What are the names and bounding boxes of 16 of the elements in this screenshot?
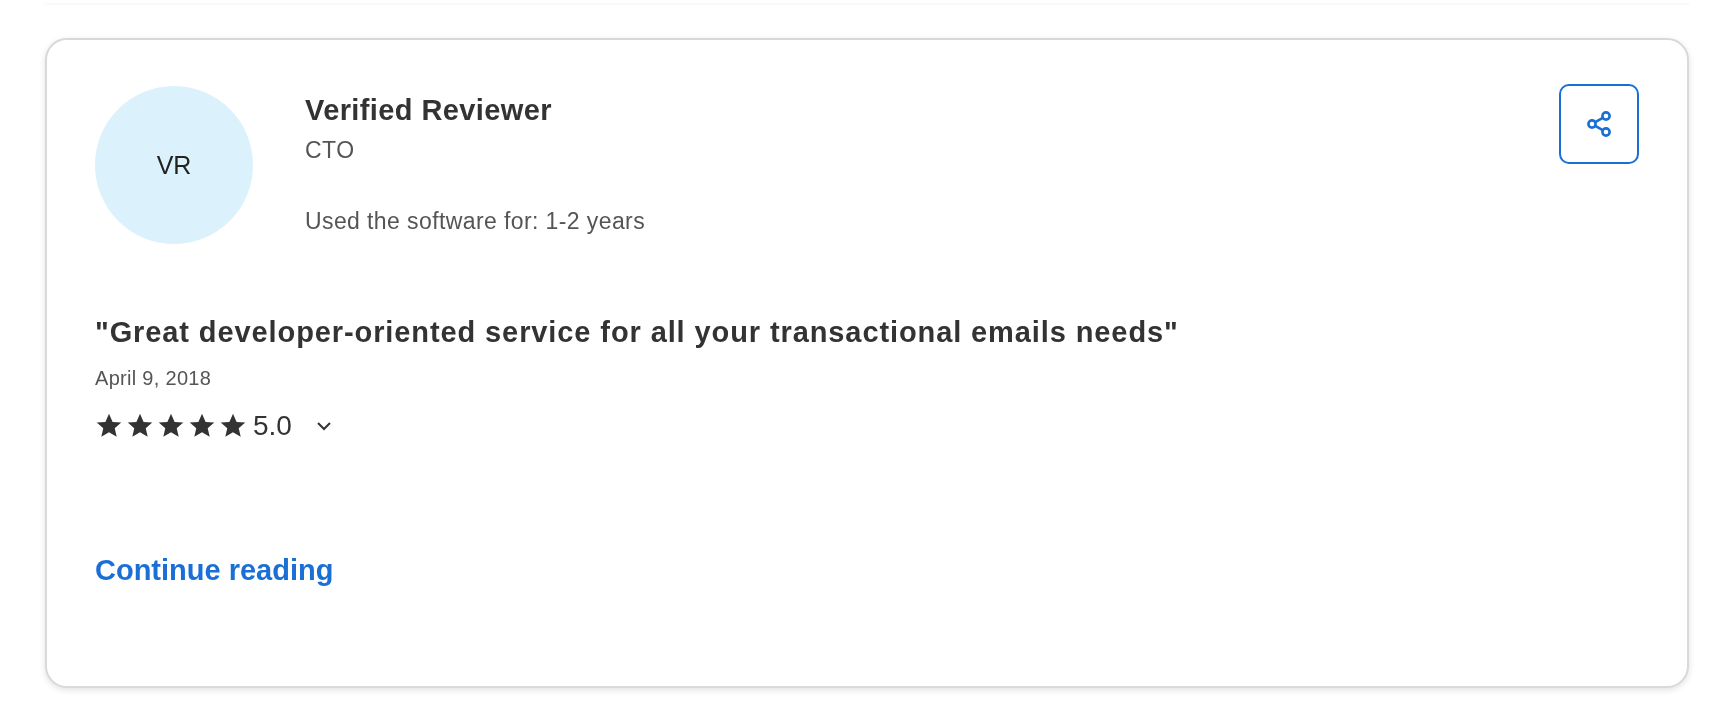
- reviewer-name: Verified Reviewer: [305, 94, 553, 127]
- star-icon: [95, 412, 123, 440]
- star-icon: [126, 412, 154, 440]
- continue-reading-link[interactable]: Continue reading: [95, 554, 334, 587]
- rating-value: 5.0: [253, 410, 292, 442]
- review-title: "Great developer-oriented service for all your transactional emails needs": [95, 316, 1179, 349]
- share-button[interactable]: [1559, 84, 1639, 164]
- share-icon: [1586, 110, 1612, 138]
- star-icon: [219, 412, 247, 440]
- reviewer-role: CTO: [305, 137, 356, 164]
- star-icon: [157, 412, 185, 440]
- chevron-icon: [315, 421, 332, 431]
- star-icon: [188, 412, 216, 440]
- review-date: April 9, 2018: [95, 367, 212, 390]
- avatar: VR: [95, 86, 253, 244]
- usage-duration: Used the software for: 1-2 years: [305, 208, 647, 235]
